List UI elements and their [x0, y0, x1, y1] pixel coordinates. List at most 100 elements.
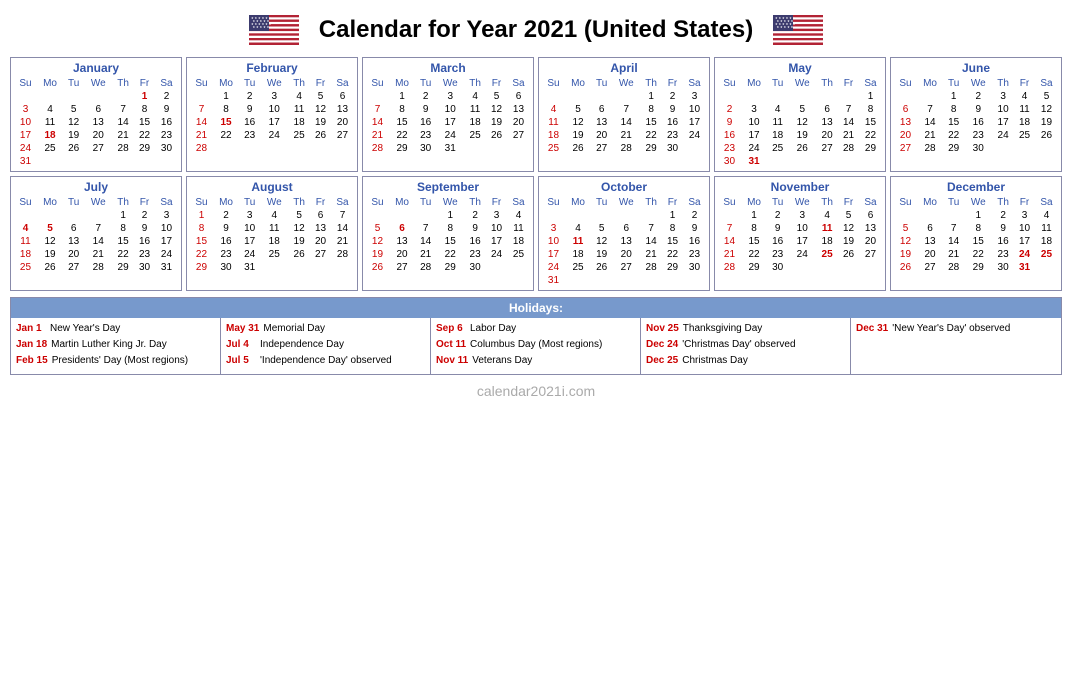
day-cell: 8: [640, 103, 662, 116]
weekday-header: Su: [14, 196, 37, 209]
month-table: SuMoTuWeThFrSa12345678910111213141516171…: [894, 196, 1058, 274]
day-cell: [718, 90, 741, 103]
day-cell: 2: [964, 90, 992, 103]
day-cell: 16: [239, 116, 260, 129]
day-cell: [917, 209, 943, 222]
day-cell: [464, 142, 486, 155]
day-cell: [63, 90, 84, 103]
day-cell: 2: [662, 90, 683, 103]
day-cell: 29: [640, 142, 662, 155]
day-cell: 3: [155, 209, 178, 222]
day-cell: 12: [366, 235, 389, 248]
weekday-header: Th: [640, 196, 662, 209]
day-cell: 23: [767, 248, 788, 261]
day-cell: [239, 142, 260, 155]
day-cell: 13: [859, 222, 882, 235]
holiday-item: Nov 25Thanksgiving Day: [646, 322, 845, 335]
day-cell: 31: [239, 261, 260, 274]
day-cell: 1: [213, 90, 239, 103]
day-cell: 10: [486, 222, 507, 235]
day-cell: 17: [741, 129, 767, 142]
day-cell: 23: [718, 142, 741, 155]
day-cell: 30: [134, 261, 155, 274]
page-title: Calendar for Year 2021 (United States): [319, 16, 753, 44]
day-cell: 19: [591, 248, 612, 261]
day-cell: [260, 261, 288, 274]
day-cell: 3: [239, 209, 260, 222]
svg-text:★ ★ ★ ★ ★: ★ ★ ★ ★ ★: [777, 25, 794, 29]
day-cell: 25: [565, 261, 591, 274]
day-cell: [542, 90, 565, 103]
day-cell: [917, 90, 943, 103]
day-cell: 11: [542, 116, 565, 129]
day-cell: 15: [134, 116, 155, 129]
day-cell: 13: [816, 116, 838, 129]
day-cell: 10: [239, 222, 260, 235]
weekday-header: Tu: [591, 196, 612, 209]
day-cell: 17: [239, 235, 260, 248]
day-cell: 28: [84, 261, 112, 274]
day-cell: 2: [155, 90, 178, 103]
day-cell: 8: [741, 222, 767, 235]
day-cell: 6: [816, 103, 838, 116]
weekday-header: We: [964, 196, 992, 209]
day-cell: 19: [894, 248, 917, 261]
day-cell: 30: [155, 142, 178, 155]
day-cell: 25: [14, 261, 37, 274]
day-cell: [260, 142, 288, 155]
day-cell: 24: [683, 129, 706, 142]
day-cell: 2: [213, 209, 239, 222]
weekday-header: Tu: [415, 77, 436, 90]
day-cell: 15: [964, 235, 992, 248]
day-cell: 26: [288, 248, 310, 261]
day-cell: 20: [63, 248, 84, 261]
weekday-header: Su: [718, 196, 741, 209]
day-cell: 9: [662, 103, 683, 116]
day-cell: [992, 142, 1014, 155]
day-cell: 27: [507, 129, 530, 142]
day-cell: [366, 209, 389, 222]
day-cell: 20: [389, 248, 415, 261]
holiday-name: Presidents' Day (Most regions): [52, 354, 188, 367]
day-cell: 9: [992, 222, 1014, 235]
holidays-col: May 31Memorial DayJul 4Independence DayJ…: [221, 318, 431, 374]
day-cell: 11: [14, 235, 37, 248]
weekday-header: Fr: [662, 196, 683, 209]
day-cell: [14, 90, 37, 103]
day-cell: 11: [260, 222, 288, 235]
day-cell: 26: [310, 129, 331, 142]
day-cell: 8: [964, 222, 992, 235]
day-cell: [63, 155, 84, 168]
weekday-header: Tu: [63, 77, 84, 90]
day-cell: 23: [992, 248, 1014, 261]
day-cell: 3: [486, 209, 507, 222]
weekday-header: We: [788, 77, 816, 90]
weekday-header: Th: [992, 196, 1014, 209]
day-cell: 25: [260, 248, 288, 261]
month-title: February: [190, 61, 354, 75]
weekday-header: Tu: [767, 196, 788, 209]
day-cell: 19: [37, 248, 63, 261]
day-cell: [640, 274, 662, 287]
day-cell: 24: [260, 129, 288, 142]
day-cell: 30: [767, 261, 788, 274]
day-cell: 31: [542, 274, 565, 287]
day-cell: 12: [288, 222, 310, 235]
holiday-name: 'Christmas Day' observed: [682, 338, 795, 351]
month-table: SuMoTuWeThFrSa12345678910111213141516171…: [14, 77, 178, 168]
day-cell: 22: [190, 248, 213, 261]
day-cell: 22: [859, 129, 882, 142]
holiday-date: Feb 15: [16, 354, 48, 367]
day-cell: 13: [389, 235, 415, 248]
day-cell: 17: [683, 116, 706, 129]
weekday-header: Mo: [741, 77, 767, 90]
day-cell: 2: [134, 209, 155, 222]
page-container: ★ ★ ★ ★ ★ ★ ★ ★ ★ ★ ★ ★ ★ ★ ★ ★ ★ ★ ★ ★ …: [10, 15, 1062, 399]
day-cell: 18: [816, 235, 838, 248]
day-cell: [859, 261, 882, 274]
day-cell: 14: [190, 116, 213, 129]
day-cell: 11: [1014, 103, 1035, 116]
holiday-item: Nov 11Veterans Day: [436, 354, 635, 367]
day-cell: 16: [683, 235, 706, 248]
day-cell: 27: [84, 142, 112, 155]
